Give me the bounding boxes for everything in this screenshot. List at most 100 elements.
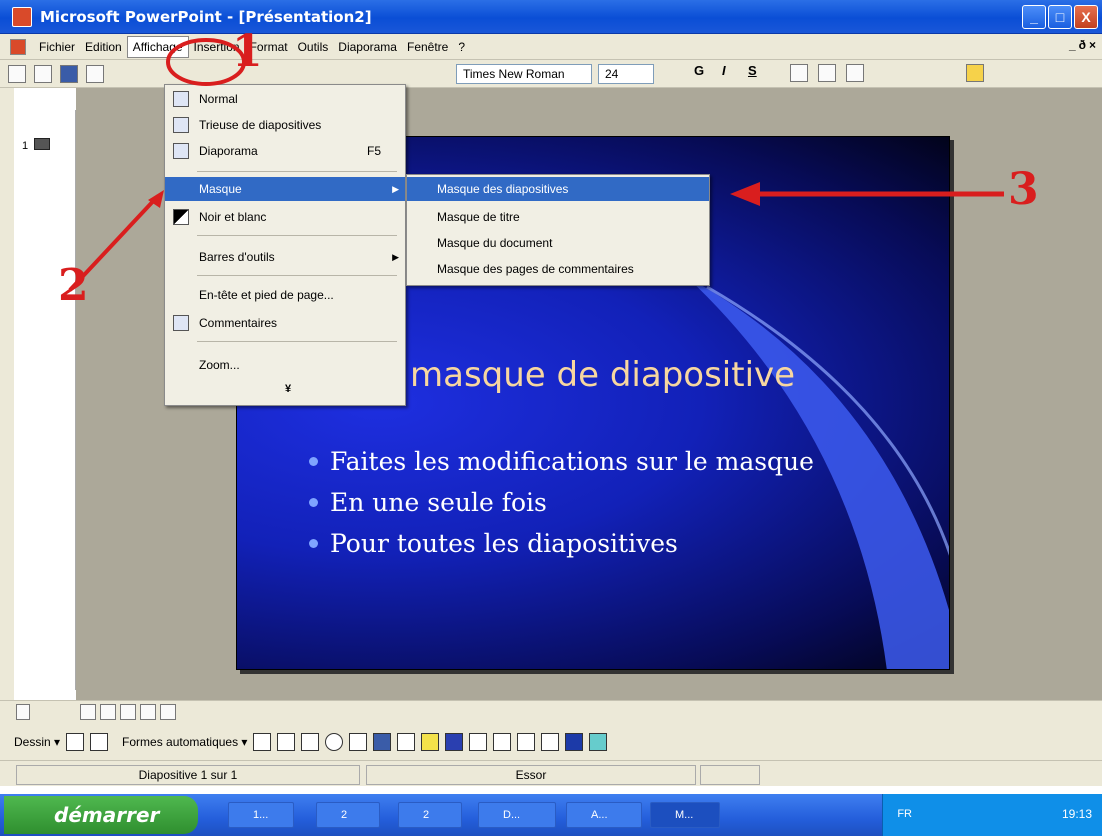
menu-item-black-white[interactable]: Noir et blanc [165, 205, 405, 229]
menu-item-diaporama[interactable]: Diaporama F5 [165, 139, 405, 163]
normal-view-button-icon[interactable] [80, 704, 96, 720]
menu-edition[interactable]: Edition [80, 37, 127, 57]
slide-thumbnail-pane[interactable] [14, 110, 76, 690]
doc-minimize-button[interactable]: _ [1069, 38, 1076, 52]
doc-restore-button[interactable]: ð [1079, 38, 1086, 52]
submenu-item-handout-master[interactable]: Masque du document [407, 231, 709, 255]
window-controls: _ □ X [1022, 5, 1098, 29]
menu-fenetre[interactable]: Fenêtre [402, 37, 453, 57]
align-right-icon[interactable] [846, 64, 864, 82]
slideshow-icon [173, 143, 189, 159]
rectangle-tool-icon[interactable] [301, 733, 320, 751]
menu-bar: Fichier Edition Affichage Insertion Form… [0, 34, 1102, 60]
document-icon[interactable] [10, 38, 26, 55]
scroll-left-icon[interactable] [16, 704, 30, 720]
bullet-item: Faites les modifications sur le masque [309, 447, 814, 476]
taskbar-item[interactable]: 2 [398, 802, 462, 828]
taskbar-item[interactable]: 1... [228, 802, 294, 828]
dash-style-icon[interactable] [517, 733, 536, 751]
submenu-item-notes-master[interactable]: Masque des pages de commentaires [407, 257, 709, 281]
slide-view-button-icon[interactable] [120, 704, 136, 720]
menu-affichage[interactable]: Affichage [126, 35, 189, 58]
view-menu: Normal Trieuse de diapositives Diaporama… [164, 84, 406, 406]
slide-number: 1 [22, 140, 29, 152]
italic-button[interactable]: I [722, 63, 726, 78]
menu-item-comments[interactable]: Commentaires [165, 311, 405, 335]
design-star-icon[interactable] [966, 64, 984, 82]
menu-help[interactable]: ? [453, 37, 470, 57]
bullet-item: En une seule fois [309, 488, 814, 517]
status-spell-icon [700, 765, 760, 785]
menu-diaporama[interactable]: Diaporama [333, 37, 402, 57]
maximize-button[interactable]: □ [1048, 5, 1072, 29]
3d-icon[interactable] [589, 733, 608, 751]
comments-icon [173, 315, 189, 331]
menu-item-toolbars[interactable]: Barres d'outils ▶ [165, 245, 405, 269]
bullet-text: En une seule fois [330, 488, 547, 517]
slide-title[interactable]: masque de diapositive [410, 355, 795, 395]
outline-view-button-icon[interactable] [100, 704, 116, 720]
align-left-icon[interactable] [790, 64, 808, 82]
textbox-tool-icon[interactable] [349, 733, 368, 751]
menu-item-zoom[interactable]: Zoom... [165, 353, 405, 377]
slideshow-view-button-icon[interactable] [160, 704, 176, 720]
arrow-style-icon[interactable] [541, 733, 560, 751]
menu-item-normal[interactable]: Normal [165, 87, 405, 111]
autoshapes-menu-button[interactable]: Formes automatiques ▾ [122, 735, 247, 749]
menu-item-slide-sorter[interactable]: Trieuse de diapositives [165, 113, 405, 137]
line-tool-icon[interactable] [253, 733, 272, 751]
font-name-select[interactable]: Times New Roman [456, 64, 592, 84]
line-style-icon[interactable] [493, 733, 512, 751]
start-button[interactable]: démarrer [4, 796, 198, 834]
align-center-icon[interactable] [818, 64, 836, 82]
submenu-item-slide-master[interactable]: Masque des diapositives [407, 177, 709, 201]
arrow-tool-icon[interactable] [277, 733, 296, 751]
taskbar-item[interactable]: 2 [316, 802, 380, 828]
fill-color-icon[interactable] [421, 733, 440, 751]
font-color-icon[interactable] [469, 733, 488, 751]
menu-item-header-footer[interactable]: En-tête et pied de page... [165, 283, 405, 307]
status-design-name: Essor [366, 765, 696, 785]
line-color-icon[interactable] [445, 733, 464, 751]
save-icon[interactable] [60, 64, 78, 83]
select-pointer-icon[interactable] [66, 733, 85, 751]
doc-close-button[interactable]: × [1089, 38, 1096, 52]
menu-item-masque[interactable]: Masque ▶ [165, 177, 405, 201]
taskbar-item[interactable]: D... [478, 802, 556, 828]
slide-bullet-list[interactable]: Faites les modifications sur le masque E… [309, 447, 814, 570]
language-indicator[interactable]: FR [897, 808, 912, 820]
menu-fichier[interactable]: Fichier [34, 37, 80, 57]
sorter-view-button-icon[interactable] [140, 704, 156, 720]
font-size-select[interactable]: 24 [598, 64, 654, 84]
slide-thumbnail-icon[interactable] [34, 138, 50, 150]
powerpoint-app-icon[interactable] [12, 6, 32, 27]
taskbar-item[interactable]: A... [566, 802, 642, 828]
underline-button[interactable]: S [748, 63, 757, 78]
submenu-arrow-icon: ▶ [392, 252, 399, 262]
oval-tool-icon[interactable] [325, 733, 344, 751]
status-bar: Diapositive 1 sur 1 Essor [0, 760, 1102, 786]
submenu-item-title-master[interactable]: Masque de titre [407, 205, 709, 229]
new-icon[interactable] [8, 64, 26, 83]
expand-menu-chevron-icon[interactable]: ¥ [285, 383, 291, 395]
print-icon[interactable] [86, 64, 104, 83]
normal-view-icon [173, 91, 189, 107]
shadow-icon[interactable] [565, 733, 584, 751]
draw-menu-button[interactable]: Dessin ▾ [14, 735, 60, 749]
title-bar: Microsoft PowerPoint - [Présentation2] _… [0, 0, 1102, 34]
open-icon[interactable] [34, 64, 52, 83]
wordart-icon[interactable] [373, 733, 392, 751]
annotation-1: 1 [232, 26, 263, 77]
menu-outils[interactable]: Outils [293, 37, 334, 57]
bold-button[interactable]: G [694, 63, 704, 78]
clipart-icon[interactable] [397, 733, 416, 751]
taskbar-item-powerpoint[interactable]: M... [650, 802, 720, 828]
clock: 19:13 [1061, 807, 1092, 821]
close-button[interactable]: X [1074, 5, 1098, 29]
system-tray: FR 19:13 [882, 794, 1102, 836]
minimize-button[interactable]: _ [1022, 5, 1046, 29]
rotate-icon[interactable] [90, 733, 109, 751]
menu-separator [197, 275, 397, 276]
document-controls: _ ð × [1069, 38, 1096, 52]
bullet-text: Pour toutes les diapositives [330, 529, 678, 558]
